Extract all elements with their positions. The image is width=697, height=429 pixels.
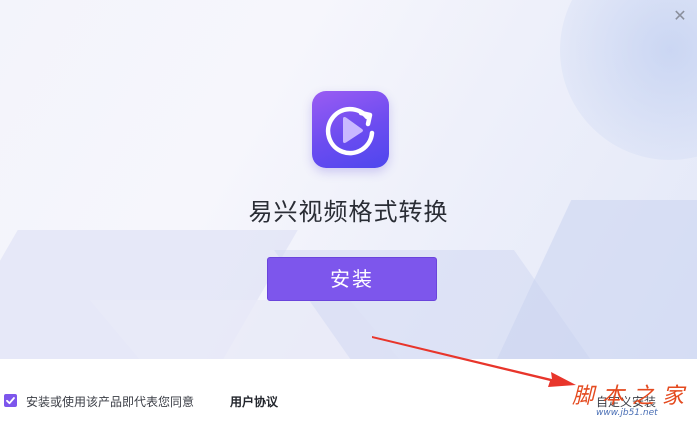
- app-logo-icon: [312, 91, 389, 168]
- hero-background: [0, 0, 697, 359]
- replay-play-icon: [325, 106, 375, 156]
- watermark-url: www.jb51.net: [596, 408, 658, 418]
- watermark-main: 脚本之家: [572, 384, 693, 409]
- close-icon[interactable]: ✕: [668, 4, 692, 28]
- user-agreement-link[interactable]: 用户协议: [230, 393, 278, 410]
- red-arrow-annotation: [372, 336, 576, 387]
- agreement-checkbox[interactable]: [4, 394, 17, 407]
- site-watermark: 脚本之家 www.jb51.net: [572, 378, 692, 424]
- app-title: 易兴视频格式转换: [248, 198, 449, 226]
- installer-window: ✕ 易兴视频格式转换 安装 安装或使用该产品即代表您同意 用户协议 自定义安装 …: [0, 0, 697, 429]
- agreement-text: 安装或使用该产品即代表您同意: [26, 395, 195, 409]
- checkmark-icon: [6, 397, 15, 405]
- install-button[interactable]: 安装: [267, 257, 437, 301]
